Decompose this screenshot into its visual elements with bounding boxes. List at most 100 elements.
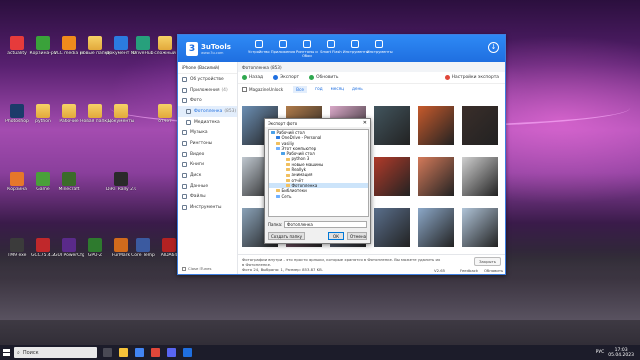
refresh-button[interactable]: Обновить [309, 75, 338, 80]
filter-link[interactable]: месяц [331, 86, 344, 93]
filter-link[interactable]: Все [293, 86, 307, 93]
sidebar-item[interactable]: Видео [178, 149, 237, 160]
photo-thumbnail[interactable] [462, 157, 498, 196]
sidebar-list: Об устройстве Приложения (4) Фото Фотопленка… [178, 74, 237, 213]
update-link[interactable]: Обновить [484, 268, 503, 273]
version-label: V2.65 [434, 268, 446, 273]
nav-item[interactable]: Устройство [247, 39, 271, 58]
close-itunes-option[interactable]: Close iTunes [182, 266, 211, 271]
nav-label: Рингтоны и Обои [296, 49, 318, 58]
folder-icon [286, 162, 290, 166]
download-icon[interactable]: ↓ [488, 42, 499, 53]
desktop-icon[interactable]: Документы [106, 104, 136, 124]
system-tray: РУС 17:03 05.04.2023 [596, 348, 634, 358]
nav-icon [326, 39, 335, 48]
app-brand: 3uTools www.3u.com [201, 43, 231, 55]
sidebar-item[interactable]: Об устройстве [178, 74, 237, 85]
search-icon: ⌕ [17, 349, 20, 356]
desktop-app-icon [136, 36, 150, 50]
app-titlebar: 3 3uTools www.3u.com Устройство Приложени… [178, 35, 505, 62]
desktop-icon[interactable]: отчёт [150, 104, 180, 124]
folder-icon [286, 168, 290, 172]
desktop-app-icon [88, 238, 102, 252]
sidebar-item[interactable]: Инструменты [178, 202, 237, 213]
nav-item[interactable]: Приложения [271, 39, 295, 58]
new-folder-button[interactable]: Создать папку [268, 232, 306, 240]
sidebar-item[interactable]: Медиатека [178, 117, 237, 128]
desktop-app-icon [62, 172, 76, 186]
export-settings-button[interactable]: Настройки экспорта [444, 75, 499, 80]
photo-thumbnail[interactable] [374, 157, 410, 196]
nav-item[interactable]: Инструменты [343, 39, 369, 58]
desktop-app-icon [36, 36, 50, 50]
discord-icon[interactable] [167, 348, 176, 357]
lang-indicator[interactable]: РУС [596, 350, 605, 355]
cancel-button[interactable]: Отмена [347, 232, 367, 240]
sidebar-item[interactable]: Данные [178, 181, 237, 192]
desktop-icon-label: отчёт [158, 119, 172, 124]
task-view-icon[interactable] [103, 348, 112, 357]
sidebar-label: Фотопленка [194, 108, 223, 114]
magazine-checkbox[interactable] [242, 87, 247, 92]
desktop-app-icon [88, 36, 102, 50]
desktop-icon[interactable]: DiRT Rally 2.0 [106, 172, 136, 192]
taskbar-search[interactable]: ⌕ Поиск [14, 347, 97, 358]
desktop-app-icon [114, 36, 128, 50]
desktop-app-icon [114, 238, 128, 252]
filter-bar: MagazineUnlock Все год месяц день [238, 84, 505, 95]
sidebar-count: (4) [221, 87, 228, 93]
photo-thumbnail[interactable] [418, 157, 454, 196]
close-itunes-checkbox[interactable] [182, 266, 186, 271]
tree-item-label: Сеть [281, 193, 292, 199]
start-button[interactable] [0, 345, 12, 360]
photo-thumbnail[interactable] [462, 208, 498, 247]
photo-thumbnail[interactable] [418, 208, 454, 247]
photo-thumbnail[interactable] [462, 106, 498, 145]
desktop-icon[interactable]: сложный [150, 36, 180, 56]
nav-item[interactable]: Smart Flash [319, 39, 343, 58]
sidebar-item[interactable]: Книги [178, 160, 237, 171]
tree-item[interactable]: Сеть [269, 194, 368, 199]
photo-thumbnail[interactable] [374, 106, 410, 145]
folder-field[interactable]: Фотопленка [284, 220, 367, 228]
sidebar-label: Приложения [190, 87, 220, 93]
export-label: Экспорт [280, 75, 300, 80]
3utools-icon[interactable] [183, 348, 192, 357]
folder-tree: Рабочий стол OneDrive - Personal vasiliy Эт… [268, 129, 369, 217]
filter-link[interactable]: год [315, 86, 323, 93]
nav-item[interactable]: Инструменты [366, 39, 393, 58]
photo-thumbnail[interactable] [374, 208, 410, 247]
filter-link[interactable]: день [352, 86, 363, 93]
sidebar-icon [182, 173, 187, 179]
ok-button[interactable]: ОК [328, 232, 344, 240]
photo-thumbnail[interactable] [418, 106, 454, 145]
folder-icon [276, 147, 280, 151]
export-button[interactable]: Экспорт [273, 75, 299, 80]
sidebar-item[interactable]: Приложения (4) [178, 85, 237, 96]
footer-close-button[interactable]: Закрыть [474, 257, 501, 266]
magazine-label: MagazineUnlock [249, 87, 284, 92]
sidebar-item[interactable]: Фото [178, 95, 237, 106]
folder-field-label: Папка: [268, 221, 283, 227]
explorer-icon[interactable] [119, 348, 128, 357]
device-name[interactable]: iPhone (Василий) [178, 62, 237, 74]
sidebar-icon [182, 162, 187, 168]
sidebar-item[interactable]: Музыка [178, 127, 237, 138]
desktop-icon[interactable]: Minecraft [54, 172, 84, 192]
dialog-close-icon[interactable]: ✕ [363, 120, 367, 126]
back-button[interactable]: Назад [242, 75, 263, 80]
clock[interactable]: 17:03 05.04.2023 [608, 348, 634, 358]
desktop-icon-label: DiRT Rally 2.0 [106, 187, 136, 192]
nav-label: Инструменты [366, 49, 393, 54]
sidebar-icon [186, 108, 191, 114]
desktop-app-icon [62, 238, 76, 252]
nav-item[interactable]: Рингтоны и Обои [295, 39, 319, 58]
chrome-icon[interactable] [135, 348, 144, 357]
yandex-icon[interactable] [151, 348, 160, 357]
sidebar-item[interactable]: Фотопленка (853) [178, 106, 237, 117]
sidebar-icon [182, 183, 187, 189]
sidebar-item[interactable]: Диск [178, 170, 237, 181]
feedback-link[interactable]: Feedback [460, 268, 478, 273]
sidebar-item[interactable]: Рингтоны [178, 138, 237, 149]
sidebar-item[interactable]: Файлы [178, 192, 237, 203]
